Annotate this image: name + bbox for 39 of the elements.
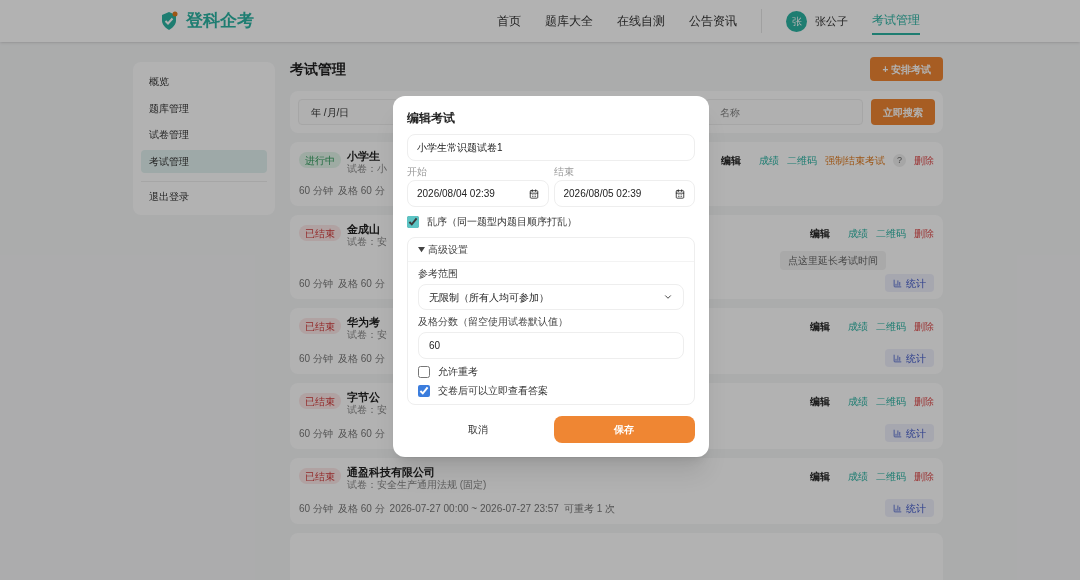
status-badge: 已结束 [299, 468, 341, 484]
exam-meta: 及格 60 分 [337, 276, 385, 291]
checkbox-label: 乱序（同一题型内题目顺序打乱） [427, 216, 577, 228]
paper-name: 试卷：小 [347, 163, 387, 175]
checkbox-label: 交卷后可以立即查看答案 [438, 385, 548, 397]
field-label: 参考范围 [418, 268, 459, 280]
user-name: 张公子 [815, 13, 848, 29]
exam-title: 华为考 [347, 315, 381, 329]
exam-meta: 可重考 1 次 [563, 501, 616, 516]
paper-name: 试卷：安 [347, 404, 387, 416]
status-badge: 已结束 [299, 318, 341, 334]
exam-meta: 60 分钟 [299, 501, 333, 516]
exam-title: 小学生 [347, 149, 381, 163]
paper-name: 试卷：安 [347, 329, 387, 341]
exam-meta: 及格 60 分 [337, 501, 385, 516]
status-badge: 已结束 [299, 225, 341, 241]
page-title: 考试管理 [290, 59, 346, 79]
field-label: 结束 [553, 166, 575, 178]
exam-meta: 及格 60 分 [337, 426, 385, 441]
field-label: 及格分数（留空使用试卷默认值） [418, 316, 569, 328]
status-badge: 已结束 [299, 393, 341, 409]
tooltip: 点这里延长考试时间 [780, 251, 886, 270]
field-label: 开始 [407, 166, 428, 178]
exam-meta: 60 分钟 [299, 183, 333, 198]
checkbox-label: 允许重考 [438, 366, 478, 378]
exam-meta: 60 分钟 [299, 426, 333, 441]
logo-text: 登科企考 [186, 10, 254, 33]
paper-name: 试卷：安全生产通用法规 (固定) [347, 479, 487, 491]
exam-title: 金成山 [347, 222, 381, 236]
exam-meta: 及格 60 分 [337, 183, 385, 198]
exam-meta: 2026-07-27 00:00 ~ 2026-07-27 23:57 [389, 501, 559, 516]
paper-name: 试卷：安 [347, 236, 387, 248]
exam-meta: 及格 60 分 [337, 351, 385, 366]
exam-title: 字节公 [347, 390, 381, 404]
status-badge: 进行中 [299, 152, 341, 168]
exam-meta: 60 分钟 [299, 276, 333, 291]
exam-title: 通盈科技有限公司 [347, 465, 436, 479]
dialog-title: 编辑考试 [407, 110, 456, 126]
exam-meta: 60 分钟 [299, 351, 333, 366]
